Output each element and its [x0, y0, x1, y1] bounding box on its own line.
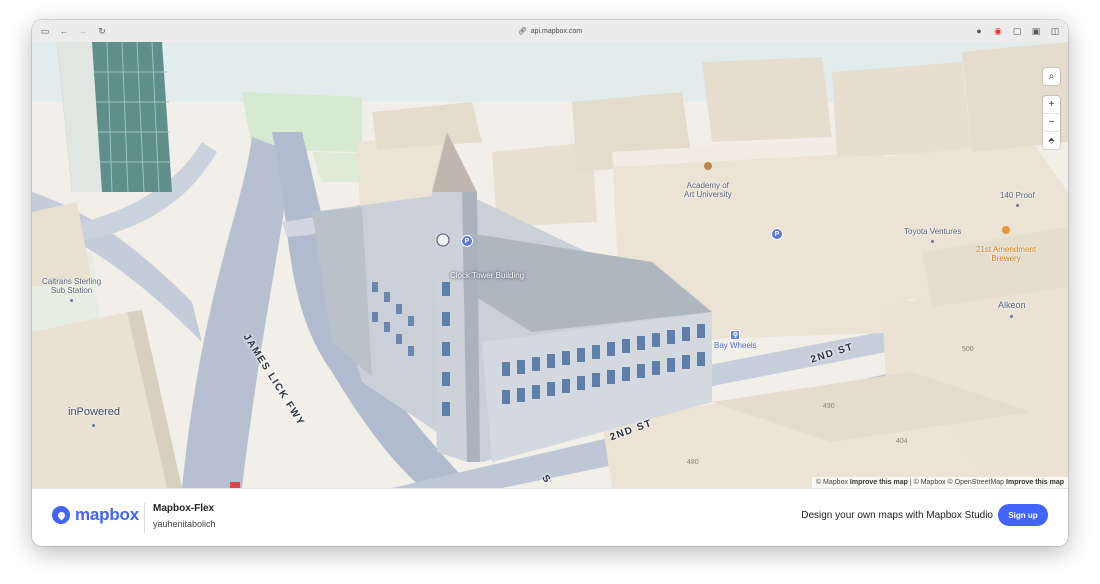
record-icon[interactable]: ◉: [993, 26, 1003, 36]
poi-inpowered-label[interactable]: inPowered: [68, 406, 120, 430]
mapbox-logo-icon: [52, 506, 70, 524]
page-footer: mapbox Mapbox-Flex yauhenitabolich Desig…: [32, 488, 1068, 546]
chat-icon[interactable]: ▢: [1012, 26, 1022, 36]
navigation-control: + − ⬘: [1043, 96, 1060, 149]
browser-toolbar: ▭ ← → ↻ 🔗︎ api.mapbox.com ● ◉ ▢ ▣ ◫: [32, 20, 1068, 43]
improve-map-link[interactable]: Improve this map: [850, 479, 908, 486]
map-canvas[interactable]: Academy of Art University Clock Tower Bu…: [32, 42, 1068, 488]
footer-divider: [144, 503, 145, 533]
extension-icon[interactable]: ●: [974, 26, 984, 36]
building-number: 500: [962, 346, 974, 353]
mapbox-logo[interactable]: mapbox: [52, 505, 139, 525]
zoom-in-button[interactable]: +: [1043, 96, 1060, 114]
improve-map-link-2[interactable]: Improve this map: [1006, 479, 1064, 486]
building-number: 480: [687, 459, 699, 466]
style-username: yauhenitabolich: [153, 519, 216, 529]
parking-icon[interactable]: P: [461, 235, 473, 247]
style-name: Mapbox-Flex: [153, 503, 215, 514]
search-control[interactable]: ⌕: [1043, 68, 1060, 85]
attribution: © Mapbox Improve this map | © Mapbox © O…: [811, 477, 1068, 488]
link-icon: 🔗︎: [517, 28, 527, 35]
sidebar-toggle-icon[interactable]: ▭: [40, 26, 50, 36]
forward-icon[interactable]: →: [78, 26, 88, 36]
mapbox-logo-text: mapbox: [75, 505, 139, 524]
tabs-icon[interactable]: ◫: [1050, 26, 1060, 36]
poi-140-proof-label[interactable]: 140 Proof: [1000, 191, 1035, 209]
poi-toyota-label[interactable]: Toyota Ventures: [904, 227, 961, 245]
share-icon[interactable]: ▣: [1031, 26, 1041, 36]
poi-clock-tower-label[interactable]: Clock Tower Building: [450, 271, 524, 280]
poi-amendment-label[interactable]: 21st Amendment Brewery: [976, 217, 1036, 263]
attribution-osm[interactable]: | © Mapbox © OpenStreetMap: [910, 479, 1004, 486]
brewery-icon: [1002, 226, 1011, 234]
bike-icon: ⚲: [730, 330, 741, 340]
sign-up-button[interactable]: Sign up: [998, 504, 1048, 526]
attribution-mapbox[interactable]: © Mapbox: [816, 479, 848, 486]
poi-bay-wheels-label[interactable]: ⚲ Bay Wheels: [714, 330, 757, 350]
poi-academy-label[interactable]: Academy of Art University: [684, 153, 732, 199]
poi-alkeon-label[interactable]: Alkeon: [998, 300, 1026, 320]
map-render: [32, 42, 1068, 488]
building-number: 404: [896, 438, 908, 445]
zoom-out-button[interactable]: −: [1043, 114, 1060, 132]
browser-window: ▭ ← → ↻ 🔗︎ api.mapbox.com ● ◉ ▢ ▣ ◫ Acad…: [32, 20, 1068, 546]
back-icon[interactable]: ←: [59, 26, 69, 36]
building-number: 490: [823, 403, 835, 410]
address-bar[interactable]: 🔗︎ api.mapbox.com: [32, 20, 1068, 42]
parking-icon-2[interactable]: P: [771, 228, 783, 240]
studio-cta-text: Design your own maps with Mapbox Studio: [801, 510, 993, 521]
poi-caltrans-label[interactable]: Caltrans Sterling Sub Station: [42, 268, 101, 304]
address-url[interactable]: api.mapbox.com: [531, 28, 582, 35]
compass-button[interactable]: ⬘: [1043, 132, 1060, 149]
reload-icon[interactable]: ↻: [97, 26, 107, 36]
search-icon[interactable]: ⌕: [1043, 68, 1060, 85]
